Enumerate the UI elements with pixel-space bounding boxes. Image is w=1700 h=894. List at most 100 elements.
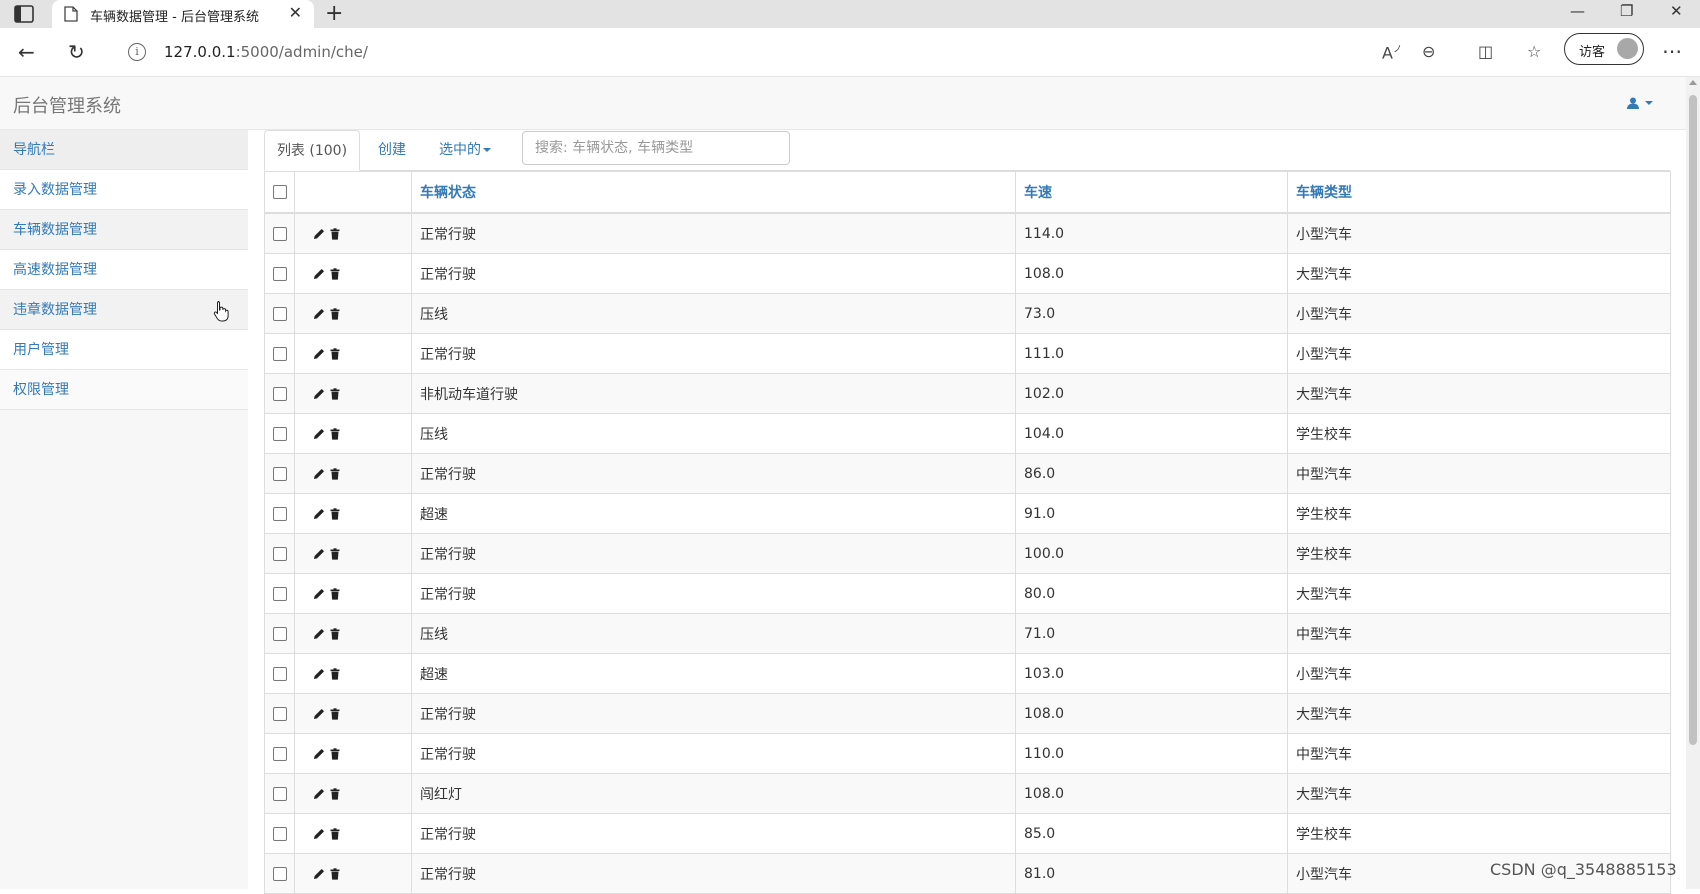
row-checkbox[interactable] xyxy=(273,586,287,601)
zoom-icon[interactable]: ⊖ xyxy=(1422,42,1435,61)
table-row: 正常行驶 111.0 小型汽车 xyxy=(264,333,1671,374)
edit-icon[interactable] xyxy=(313,308,325,320)
delete-icon[interactable] xyxy=(329,547,341,560)
row-checkbox[interactable] xyxy=(273,266,287,281)
row-checkbox[interactable] xyxy=(273,626,287,641)
edit-icon[interactable] xyxy=(313,668,325,680)
delete-icon[interactable] xyxy=(329,347,341,360)
edit-icon[interactable] xyxy=(313,868,325,880)
delete-icon[interactable] xyxy=(329,867,341,880)
row-checkbox[interactable] xyxy=(273,866,287,881)
column-header-speed[interactable]: 车速 xyxy=(1015,171,1288,214)
row-checkbox[interactable] xyxy=(273,746,287,761)
close-tab-icon[interactable]: ✕ xyxy=(289,3,302,22)
edit-icon[interactable] xyxy=(313,628,325,640)
row-checkbox[interactable] xyxy=(273,786,287,801)
delete-icon[interactable] xyxy=(329,787,341,800)
site-info-icon[interactable]: i xyxy=(128,43,146,61)
cell-status: 非机动车道行驶 xyxy=(411,373,1016,414)
url-field[interactable]: i 127.0.0.1:5000/admin/che/ xyxy=(108,35,1538,69)
edit-icon[interactable] xyxy=(313,548,325,560)
row-checkbox[interactable] xyxy=(273,706,287,721)
delete-icon[interactable] xyxy=(329,827,341,840)
delete-icon[interactable] xyxy=(329,227,341,240)
scroll-thumb[interactable] xyxy=(1689,95,1697,745)
row-select-cell xyxy=(264,693,295,734)
url-text[interactable]: 127.0.0.1:5000/admin/che/ xyxy=(164,43,368,61)
row-checkbox[interactable] xyxy=(273,426,287,441)
new-tab-icon[interactable]: + xyxy=(325,0,343,28)
favorites-icon[interactable]: ☆ xyxy=(1527,42,1541,61)
edit-icon[interactable] xyxy=(313,468,325,480)
sidebar-item-nav[interactable]: 导航栏 xyxy=(0,130,248,170)
row-checkbox[interactable] xyxy=(273,306,287,321)
scroll-up-icon[interactable] xyxy=(1689,80,1697,85)
table-row: 压线 71.0 中型汽车 xyxy=(264,613,1671,654)
cell-speed: 71.0 xyxy=(1015,613,1288,654)
delete-icon[interactable] xyxy=(329,467,341,480)
page-scrollbar[interactable] xyxy=(1686,77,1700,889)
edit-icon[interactable] xyxy=(313,268,325,280)
select-all-checkbox[interactable] xyxy=(273,185,287,199)
row-checkbox[interactable] xyxy=(273,826,287,841)
url-path: :5000/admin/che/ xyxy=(235,43,368,61)
cell-status: 超速 xyxy=(411,493,1016,534)
close-window-icon[interactable]: ✕ xyxy=(1670,2,1683,20)
sidebar-item-highway-data[interactable]: 高速数据管理 xyxy=(0,250,248,290)
restore-icon[interactable]: ❐ xyxy=(1620,2,1633,20)
split-screen-icon[interactable]: ◫ xyxy=(1478,42,1493,61)
edit-icon[interactable] xyxy=(313,348,325,360)
search-input[interactable] xyxy=(522,131,790,165)
edit-icon[interactable] xyxy=(313,748,325,760)
tab-list[interactable]: 列表 (100) xyxy=(264,130,360,171)
sidebar-item-violation-data[interactable]: 违章数据管理 xyxy=(0,290,248,330)
profile-button[interactable]: 访客 xyxy=(1564,33,1644,65)
delete-icon[interactable] xyxy=(329,267,341,280)
delete-icon[interactable] xyxy=(329,307,341,320)
column-header-status[interactable]: 车辆状态 xyxy=(411,171,1016,214)
row-checkbox[interactable] xyxy=(273,666,287,681)
edit-icon[interactable] xyxy=(313,788,325,800)
delete-icon[interactable] xyxy=(329,587,341,600)
tab-selected-actions[interactable]: 选中的 xyxy=(439,130,491,170)
cell-type: 中型汽车 xyxy=(1287,613,1671,654)
sidebar-item-entry-data[interactable]: 录入数据管理 xyxy=(0,170,248,210)
row-checkbox[interactable] xyxy=(273,506,287,521)
minimize-icon[interactable]: — xyxy=(1570,2,1585,20)
row-checkbox[interactable] xyxy=(273,546,287,561)
more-options-icon[interactable]: ⋯ xyxy=(1662,39,1683,63)
row-checkbox[interactable] xyxy=(273,226,287,241)
tab-actions-icon[interactable] xyxy=(14,5,34,23)
cell-status: 正常行驶 xyxy=(411,693,1016,734)
edit-icon[interactable] xyxy=(313,388,325,400)
row-checkbox[interactable] xyxy=(273,466,287,481)
sidebar-item-users[interactable]: 用户管理 xyxy=(0,330,248,370)
back-icon[interactable]: ← xyxy=(18,40,35,64)
delete-icon[interactable] xyxy=(329,387,341,400)
brand[interactable]: 后台管理系统 xyxy=(13,92,121,118)
edit-icon[interactable] xyxy=(313,428,325,440)
edit-icon[interactable] xyxy=(313,588,325,600)
table-row: 非机动车道行驶 102.0 大型汽车 xyxy=(264,373,1671,414)
user-menu[interactable] xyxy=(1627,95,1654,111)
delete-icon[interactable] xyxy=(329,667,341,680)
sidebar-item-permissions[interactable]: 权限管理 xyxy=(0,370,248,410)
edit-icon[interactable] xyxy=(313,828,325,840)
row-checkbox[interactable] xyxy=(273,346,287,361)
column-header-type[interactable]: 车辆类型 xyxy=(1287,171,1671,214)
delete-icon[interactable] xyxy=(329,627,341,640)
edit-icon[interactable] xyxy=(313,708,325,720)
delete-icon[interactable] xyxy=(329,707,341,720)
delete-icon[interactable] xyxy=(329,427,341,440)
row-actions xyxy=(294,212,412,254)
browser-tab[interactable]: 车辆数据管理 - 后台管理系统 ✕ xyxy=(52,0,314,28)
tab-create[interactable]: 创建 xyxy=(378,130,406,170)
edit-icon[interactable] xyxy=(313,228,325,240)
edit-icon[interactable] xyxy=(313,508,325,520)
delete-icon[interactable] xyxy=(329,507,341,520)
row-checkbox[interactable] xyxy=(273,386,287,401)
read-aloud-icon[interactable]: Aノ xyxy=(1382,42,1402,62)
delete-icon[interactable] xyxy=(329,747,341,760)
refresh-icon[interactable]: ↻ xyxy=(68,40,85,64)
sidebar-item-vehicle-data[interactable]: 车辆数据管理 xyxy=(0,210,248,250)
